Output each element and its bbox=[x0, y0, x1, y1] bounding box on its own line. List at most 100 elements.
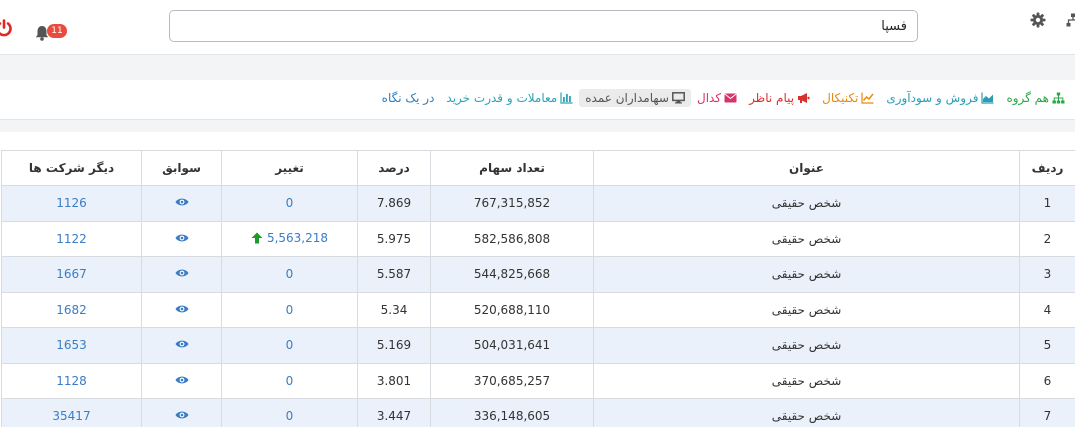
bar-chart-icon bbox=[560, 92, 573, 104]
change-up-value[interactable]: 5,563,218 bbox=[251, 231, 328, 245]
other-companies-link[interactable]: 1667 bbox=[56, 267, 87, 281]
sitemap-icon[interactable] bbox=[1066, 13, 1075, 27]
cell-other-companies: 1653 bbox=[1, 327, 142, 364]
other-companies-link[interactable]: 1122 bbox=[56, 232, 87, 246]
table-row[interactable]: 4 شخص حقیقی 520,688,110 5.34 0 1682 bbox=[1, 291, 1075, 328]
cell-other-companies: 1128 bbox=[1, 362, 142, 399]
change-value: 5,563,218 bbox=[266, 230, 329, 245]
cell-percent: 5.34 bbox=[357, 291, 431, 328]
cell-row-number: 1 bbox=[1019, 185, 1075, 222]
header-change[interactable]: تغییر bbox=[221, 150, 358, 186]
gear-icon[interactable] bbox=[1030, 12, 1046, 28]
other-companies-link[interactable]: 1126 bbox=[56, 196, 87, 210]
header-other-companies[interactable]: دیگر شرکت ها bbox=[1, 150, 142, 186]
eye-icon[interactable] bbox=[175, 304, 189, 314]
area-chart-icon bbox=[981, 92, 994, 104]
cell-shares: 520,688,110 bbox=[430, 291, 594, 328]
tab-sales[interactable]: فروش و سودآوری bbox=[880, 89, 1000, 107]
arrow-up-icon bbox=[251, 232, 263, 244]
cell-title: شخص حقیقی bbox=[593, 220, 1020, 257]
cell-shares: 544,825,668 bbox=[430, 256, 594, 293]
change-value[interactable]: 0 bbox=[286, 267, 294, 281]
eye-icon[interactable] bbox=[175, 197, 189, 207]
tab-label: فروش و سودآوری bbox=[886, 91, 979, 105]
tab-label: هم گروه bbox=[1006, 91, 1049, 105]
eye-icon[interactable] bbox=[175, 233, 189, 243]
change-value[interactable]: 0 bbox=[286, 338, 294, 352]
cell-percent: 5.169 bbox=[357, 327, 431, 364]
table-row[interactable]: 7 شخص حقیقی 336,148,605 3.447 0 35417 bbox=[1, 398, 1075, 427]
table-row[interactable]: 6 شخص حقیقی 370,685,257 3.801 0 1128 bbox=[1, 362, 1075, 399]
tab-trades[interactable]: معاملات و قدرت خرید bbox=[440, 89, 579, 107]
other-companies-link[interactable]: 1653 bbox=[56, 338, 87, 352]
cell-change: 0 bbox=[221, 185, 358, 222]
cell-shares: 767,315,852 bbox=[430, 185, 594, 222]
bullhorn-icon bbox=[797, 92, 810, 104]
tab-at-a-glance[interactable]: در یک نگاه bbox=[376, 89, 441, 107]
table-row[interactable]: 3 شخص حقیقی 544,825,668 5.587 0 1667 bbox=[1, 256, 1075, 293]
cell-change: 0 bbox=[221, 398, 358, 427]
cell-shares: 582,586,808 bbox=[430, 220, 594, 257]
eye-icon[interactable] bbox=[175, 375, 189, 385]
table-row[interactable]: 5 شخص حقیقی 504,031,641 5.169 0 1653 bbox=[1, 327, 1075, 364]
cell-other-companies: 35417 bbox=[1, 398, 142, 427]
cell-percent: 5.975 bbox=[357, 220, 431, 257]
sitemap-icon bbox=[1052, 92, 1065, 104]
cell-other-companies: 1126 bbox=[1, 185, 142, 222]
header-percent[interactable]: درصد bbox=[357, 150, 431, 186]
cell-percent: 3.801 bbox=[357, 362, 431, 399]
tab-technical[interactable]: تکنیکال bbox=[816, 89, 880, 107]
cell-percent: 7.869 bbox=[357, 185, 431, 222]
change-value[interactable]: 0 bbox=[286, 409, 294, 423]
desktop-icon bbox=[672, 92, 685, 104]
cell-row-number: 6 bbox=[1019, 362, 1075, 399]
cell-other-companies: 1667 bbox=[1, 256, 142, 293]
other-companies-link[interactable]: 1128 bbox=[56, 374, 87, 388]
eye-icon[interactable] bbox=[175, 339, 189, 349]
envelope-icon bbox=[724, 92, 737, 104]
cell-title: شخص حقیقی bbox=[593, 256, 1020, 293]
cell-shares: 370,685,257 bbox=[430, 362, 594, 399]
cell-title: شخص حقیقی bbox=[593, 291, 1020, 328]
other-companies-link[interactable]: 35417 bbox=[52, 409, 90, 423]
cell-percent: 3.447 bbox=[357, 398, 431, 427]
tab-supervisor-message[interactable]: پیام ناظر bbox=[743, 89, 816, 107]
tab-same-group[interactable]: هم گروه bbox=[1000, 89, 1071, 107]
power-icon[interactable] bbox=[0, 19, 13, 37]
change-value[interactable]: 0 bbox=[286, 196, 294, 210]
tab-codal[interactable]: کدال bbox=[691, 89, 743, 107]
top-bar: 11 bbox=[0, 0, 1075, 55]
tab-label: کدال bbox=[696, 91, 722, 105]
cell-change: 5,563,218 bbox=[221, 220, 358, 257]
change-value[interactable]: 0 bbox=[286, 303, 294, 317]
cell-history bbox=[141, 327, 222, 364]
tab-label: پیام ناظر bbox=[749, 91, 795, 105]
notification-badge: 11 bbox=[47, 24, 67, 38]
search-input[interactable] bbox=[169, 10, 918, 42]
cell-title: شخص حقیقی bbox=[593, 327, 1020, 364]
other-companies-link[interactable]: 1682 bbox=[56, 303, 87, 317]
cell-history bbox=[141, 362, 222, 399]
cell-history bbox=[141, 256, 222, 293]
cell-row-number: 7 bbox=[1019, 398, 1075, 427]
cell-percent: 5.587 bbox=[357, 256, 431, 293]
header-row-number[interactable]: ردیف bbox=[1019, 150, 1075, 186]
tab-list: در یک نگاه معاملات و قدرت خرید سهامداران ع… bbox=[376, 89, 1071, 107]
eye-icon[interactable] bbox=[175, 268, 189, 278]
table-header-row: ردیف عنوان تعداد سهام درصد تغییر سوابق د… bbox=[1, 150, 1075, 186]
table-row[interactable]: 1 شخص حقیقی 767,315,852 7.869 0 1126 bbox=[1, 185, 1075, 222]
cell-history bbox=[141, 398, 222, 427]
eye-icon[interactable] bbox=[175, 410, 189, 420]
cell-shares: 504,031,641 bbox=[430, 327, 594, 364]
cell-history bbox=[141, 185, 222, 222]
table-row[interactable]: 2 شخص حقیقی 582,586,808 5.975 5,563,218 1122 bbox=[1, 220, 1075, 257]
cell-other-companies: 1122 bbox=[1, 220, 142, 257]
header-title[interactable]: عنوان bbox=[593, 150, 1020, 186]
cell-change: 0 bbox=[221, 291, 358, 328]
header-history[interactable]: سوابق bbox=[141, 150, 222, 186]
cell-history bbox=[141, 291, 222, 328]
tab-major-shareholders[interactable]: سهامداران عمده bbox=[579, 89, 691, 107]
header-shares[interactable]: تعداد سهام bbox=[430, 150, 594, 186]
change-value[interactable]: 0 bbox=[286, 374, 294, 388]
cell-title: شخص حقیقی bbox=[593, 185, 1020, 222]
